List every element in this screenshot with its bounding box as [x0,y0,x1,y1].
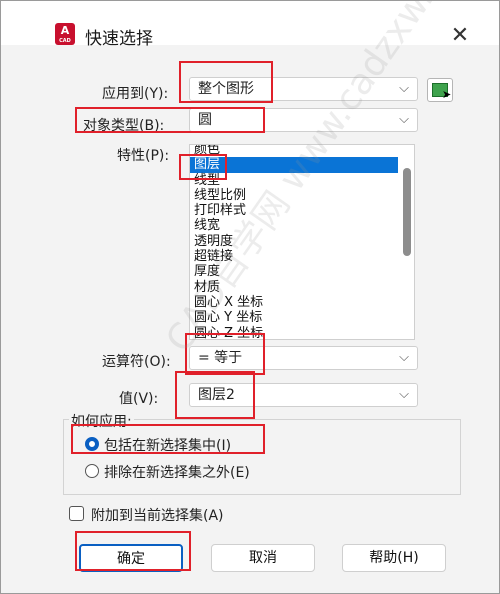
quick-select-dialog: A CAD 快速选择 ✕ 应用到(Y): 整个图形 ⌵ ➤ 对象类型(B): 圆 … [0,0,500,594]
cancel-button[interactable]: 取消 [211,544,315,572]
property-item[interactable]: 线型比例 [190,188,398,203]
how-to-apply-title: 如何应用: [69,411,134,431]
properties-list[interactable]: 颜色 图层 线型 线型比例 打印样式 线宽 透明度 超链接 厚度 材质 圆心 X 坐标 圆心 Y 坐标… [189,144,415,340]
chevron-down-icon: ⌵ [399,81,409,96]
property-item[interactable]: 圆心 Y 坐标 [190,310,398,325]
exclude-radio[interactable] [85,464,99,478]
cursor-arrow-icon: ➤ [442,88,452,101]
properties-items: 颜色 图层 线型 线型比例 打印样式 线宽 透明度 超链接 厚度 材质 圆心 X 坐标 圆心 Y 坐标… [190,145,398,339]
properties-label: 特性(P): [117,148,170,164]
property-item[interactable]: 超链接 [190,249,398,264]
chevron-down-icon: ⌵ [399,112,409,127]
property-item[interactable]: 圆心 X 坐标 [190,295,398,310]
property-item[interactable]: 打印样式 [190,203,398,218]
operator-value: = 等于 [198,350,243,366]
select-objects-button[interactable]: ➤ [427,78,453,102]
operator-label: 运算符(O): [102,354,171,370]
include-label[interactable]: 包括在新选择集中(I) [104,435,231,455]
list-scrollbar-thumb[interactable] [403,168,411,256]
property-item[interactable]: 圆心 Z 坐标 [190,326,398,339]
property-item[interactable]: 材质 [190,280,398,295]
object-type-label: 对象类型(B): [83,118,165,134]
ok-button[interactable]: 确定 [79,544,183,572]
value-value: 图层2 [198,387,235,403]
property-item[interactable]: 图层 [190,157,398,173]
apply-to-value: 整个图形 [198,81,254,97]
exclude-label[interactable]: 排除在新选择集之外(E) [104,462,250,482]
property-item[interactable]: 厚度 [190,264,398,279]
title-bar: A CAD 快速选择 ✕ [1,1,499,49]
object-type-select[interactable]: 圆 ⌵ [189,108,418,132]
value-select[interactable]: 图层2 ⌵ [189,383,418,407]
close-icon[interactable]: ✕ [447,23,473,49]
property-item[interactable]: 线型 [190,173,398,188]
help-button[interactable]: 帮助(H) [342,544,446,572]
autocad-app-icon: A CAD [55,23,75,45]
property-item[interactable]: 线宽 [190,218,398,233]
object-type-value: 圆 [198,112,212,128]
apply-to-select[interactable]: 整个图形 ⌵ [189,77,418,101]
append-label[interactable]: 附加到当前选择集(A) [91,505,224,525]
append-checkbox[interactable] [69,506,84,521]
chevron-down-icon: ⌵ [399,387,409,402]
include-radio[interactable] [85,437,99,451]
apply-to-label: 应用到(Y): [102,86,169,102]
dialog-title: 快速选择 [85,29,153,49]
chevron-down-icon: ⌵ [399,350,409,365]
operator-select[interactable]: = 等于 ⌵ [189,346,418,370]
property-item[interactable]: 透明度 [190,234,398,249]
value-label: 值(V): [119,391,159,407]
property-item[interactable]: 颜色 [190,145,398,157]
